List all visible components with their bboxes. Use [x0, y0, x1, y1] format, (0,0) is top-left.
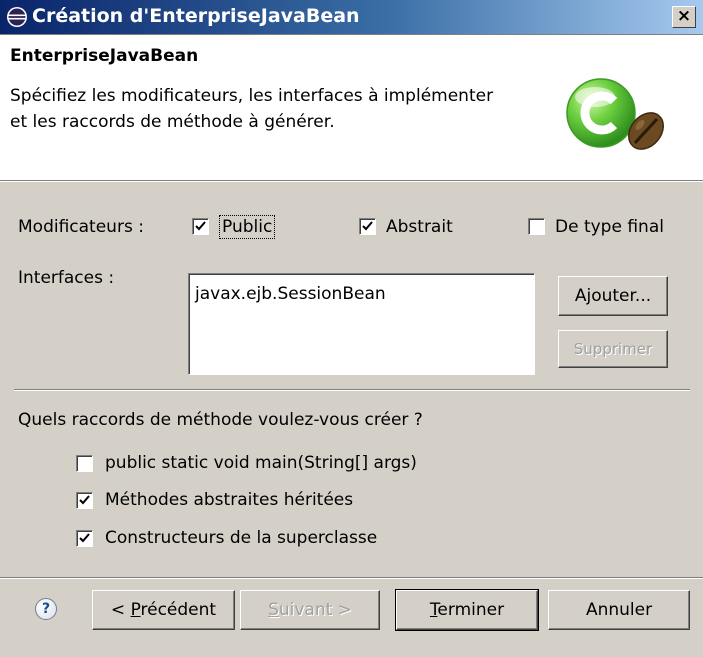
footer-divider-highlight	[0, 578, 703, 579]
next-mnemonic: S	[268, 600, 279, 620]
list-item[interactable]: javax.ejb.SessionBean	[195, 284, 386, 304]
coffee-bean-icon	[622, 107, 670, 155]
back-mnemonic: P	[130, 600, 141, 620]
final-checkbox[interactable]	[528, 218, 545, 235]
header-banner: EnterpriseJavaBean Spécifiez les modific…	[0, 35, 703, 180]
window-title: Création d'EnterpriseJavaBean	[32, 5, 360, 27]
public-label[interactable]: Public	[219, 215, 276, 239]
abstract-label[interactable]: Abstrait	[386, 217, 453, 237]
abstract-checkbox[interactable]	[359, 218, 376, 235]
superclass-constructors-checkbox[interactable]	[76, 530, 93, 547]
help-icon[interactable]: ?	[35, 598, 57, 620]
finish-button[interactable]: Terminer	[395, 589, 539, 631]
eclipse-icon	[6, 6, 28, 28]
stubs-question: Quels raccords de méthode voulez-vous cr…	[18, 410, 423, 430]
final-label[interactable]: De type final	[555, 217, 664, 237]
public-checkbox[interactable]	[192, 218, 209, 235]
main-method-label[interactable]: public static void main(String[] args)	[105, 453, 417, 473]
close-button[interactable]: ×	[672, 6, 696, 28]
inherited-abstract-label[interactable]: Méthodes abstraites héritées	[105, 490, 353, 510]
banner-description-line1: Spécifiez les modificateurs, les interfa…	[10, 86, 494, 106]
back-button[interactable]: < Précédent	[92, 590, 235, 630]
finish-label-rest: erminer	[437, 600, 505, 620]
interfaces-listbox[interactable]: javax.ejb.SessionBean	[188, 273, 535, 375]
main-method-checkbox[interactable]	[76, 455, 93, 472]
banner-title: EnterpriseJavaBean	[10, 46, 199, 66]
superclass-constructors-label[interactable]: Constructeurs de la superclasse	[105, 528, 377, 548]
back-label-rest: récédent	[140, 600, 217, 620]
back-prefix: <	[110, 600, 131, 620]
next-button[interactable]: Suivant >	[240, 590, 380, 630]
remove-interface-button[interactable]: Supprimer	[558, 330, 668, 368]
banner-separator-highlight	[0, 181, 703, 182]
interfaces-label: Interfaces :	[18, 268, 115, 288]
banner-description-line2: et les raccords de méthode à générer.	[10, 112, 335, 132]
add-interface-button[interactable]: Ajouter...	[558, 276, 668, 316]
section-divider-highlight	[14, 390, 690, 391]
cancel-button[interactable]: Annuler	[548, 590, 690, 630]
inherited-abstract-checkbox[interactable]	[76, 492, 93, 509]
modifiers-label: Modificateurs :	[18, 217, 144, 237]
next-label-rest: uivant >	[278, 600, 352, 620]
title-bar[interactable]: Création d'EnterpriseJavaBean ×	[0, 0, 703, 35]
